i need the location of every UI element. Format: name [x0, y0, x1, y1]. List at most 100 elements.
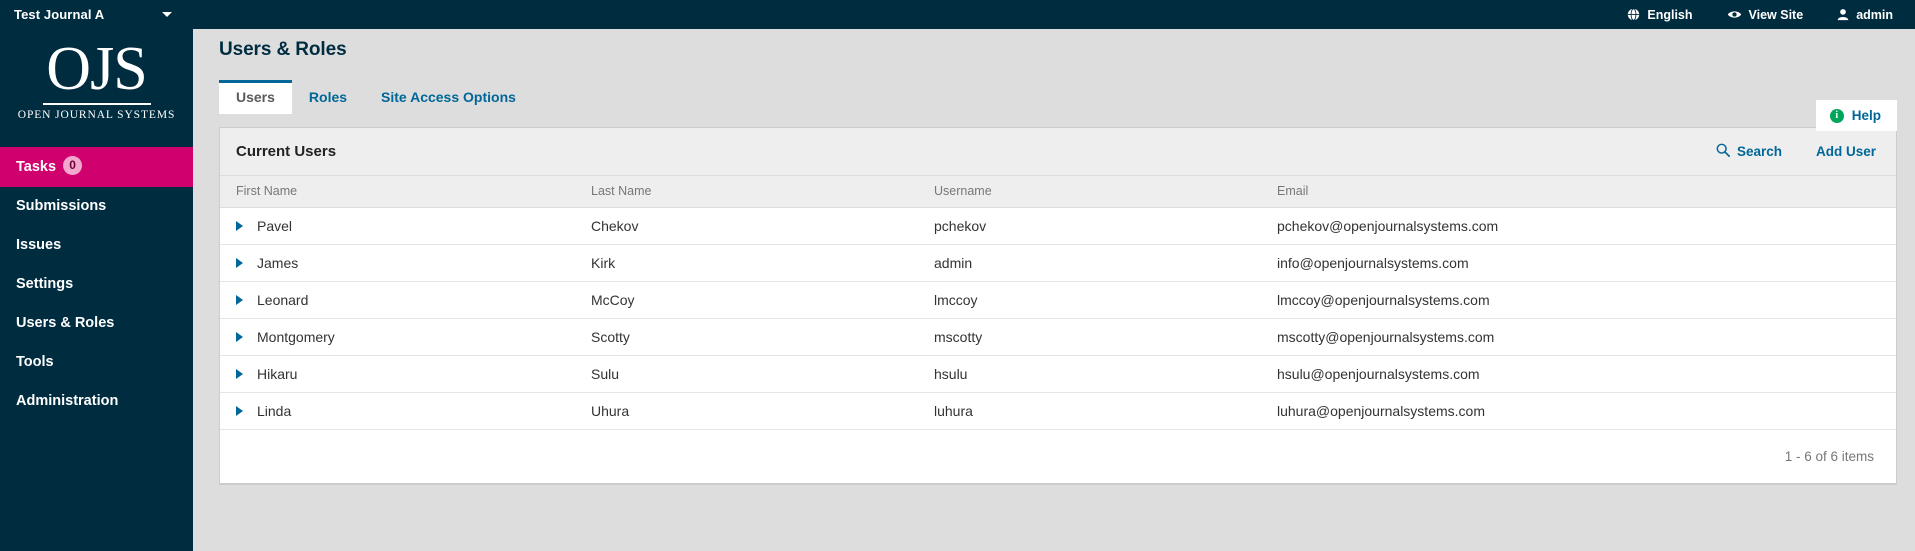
- cell-username: luhura: [918, 392, 1261, 430]
- search-button[interactable]: Search: [1716, 143, 1782, 160]
- tab-roles[interactable]: Roles: [292, 81, 364, 114]
- cell-last-name: McCoy: [575, 281, 918, 319]
- cell-username: admin: [918, 244, 1261, 282]
- view-site-label: View Site: [1748, 7, 1804, 22]
- user-name-label: admin: [1856, 7, 1893, 22]
- search-icon: [1716, 143, 1730, 160]
- cell-username: mscotty: [918, 318, 1261, 356]
- column-header-first-name[interactable]: First Name: [220, 176, 575, 208]
- sidebar-item-label: Submissions: [16, 198, 107, 214]
- first-name-value: Linda: [257, 403, 292, 419]
- cell-first-name: Montgomery: [220, 318, 575, 356]
- users-table: First Name Last Name Username Email Pave…: [220, 176, 1896, 430]
- sidebar-item-label: Tools: [16, 354, 54, 370]
- language-selector[interactable]: English: [1627, 7, 1693, 22]
- table-row[interactable]: Pavel Chekov pchekov pchekov@openjournal…: [220, 207, 1896, 245]
- ojs-logo-rule: [42, 103, 151, 105]
- tab-bar: Users Roles Site Access Options: [219, 80, 1915, 114]
- first-name-value: Montgomery: [257, 329, 335, 345]
- info-icon: i: [1829, 108, 1844, 123]
- cell-last-name: Scotty: [575, 318, 918, 356]
- view-site-link[interactable]: View Site: [1727, 7, 1804, 22]
- cell-email: luhura@openjournalsystems.com: [1261, 392, 1896, 430]
- cell-last-name: Uhura: [575, 392, 918, 430]
- person-icon: [1837, 8, 1849, 21]
- expand-row-icon[interactable]: [236, 369, 243, 379]
- cell-username: hsulu: [918, 355, 1261, 393]
- sidebar-item-label: Issues: [16, 237, 62, 253]
- table-row[interactable]: Montgomery Scotty mscotty mscotty@openjo…: [220, 318, 1896, 356]
- table-row[interactable]: Leonard McCoy lmccoy lmccoy@openjournals…: [220, 281, 1896, 319]
- panel-title: Current Users: [236, 143, 337, 160]
- cell-email: hsulu@openjournalsystems.com: [1261, 355, 1896, 393]
- tasks-count-badge: 0: [63, 156, 83, 175]
- sidebar-item-administration[interactable]: Administration: [0, 382, 193, 421]
- main-content: English View Site admin Users & Roles Us…: [193, 0, 1915, 551]
- sidebar-item-label: Tasks: [16, 159, 57, 175]
- sidebar: Test Journal A OJS OPEN JOURNAL SYSTEMS …: [0, 0, 193, 551]
- first-name-value: Leonard: [257, 292, 309, 308]
- column-header-email[interactable]: Email: [1261, 176, 1896, 208]
- expand-row-icon[interactable]: [236, 332, 243, 342]
- sidebar-item-tasks[interactable]: Tasks 0: [0, 147, 193, 187]
- ojs-logo: OJS OPEN JOURNAL SYSTEMS: [0, 29, 193, 147]
- first-name-value: James: [257, 255, 299, 271]
- tab-users[interactable]: Users: [219, 80, 292, 114]
- tab-site-access-options[interactable]: Site Access Options: [364, 81, 533, 114]
- cell-email: lmccoy@openjournalsystems.com: [1261, 281, 1896, 319]
- search-label: Search: [1736, 144, 1782, 159]
- cell-first-name: Hikaru: [220, 355, 575, 393]
- expand-row-icon[interactable]: [236, 258, 243, 268]
- cell-email: info@openjournalsystems.com: [1261, 244, 1896, 282]
- ojs-logo-subtitle: OPEN JOURNAL SYSTEMS: [17, 109, 176, 121]
- chevron-down-icon: [162, 12, 172, 17]
- cell-last-name: Kirk: [575, 244, 918, 282]
- cell-email: pchekov@openjournalsystems.com: [1261, 207, 1896, 245]
- journal-switcher[interactable]: Test Journal A: [0, 0, 193, 29]
- cell-email: mscotty@openjournalsystems.com: [1261, 318, 1896, 356]
- eye-icon: [1727, 8, 1742, 21]
- help-label: Help: [1851, 108, 1881, 123]
- panel-footer: 1 - 6 of 6 items: [220, 430, 1896, 483]
- column-header-last-name[interactable]: Last Name: [575, 176, 918, 208]
- sidebar-item-label: Settings: [16, 276, 74, 292]
- globe-icon: [1627, 8, 1640, 21]
- cell-first-name: Linda: [220, 392, 575, 430]
- language-label: English: [1647, 7, 1693, 22]
- help-button[interactable]: i Help: [1815, 100, 1897, 131]
- sidebar-item-submissions[interactable]: Submissions: [0, 187, 193, 226]
- sidebar-item-issues[interactable]: Issues: [0, 226, 193, 265]
- column-header-username[interactable]: Username: [918, 176, 1261, 208]
- journal-name: Test Journal A: [14, 7, 105, 22]
- panel-actions: Search Add User: [1716, 143, 1876, 160]
- cell-username: pchekov: [918, 207, 1261, 245]
- ojs-logo-title: OJS: [46, 35, 147, 103]
- users-table-body: Pavel Chekov pchekov pchekov@openjournal…: [220, 207, 1896, 430]
- expand-row-icon[interactable]: [236, 221, 243, 231]
- ojs-admin-page: Test Journal A OJS OPEN JOURNAL SYSTEMS …: [0, 0, 1915, 551]
- sidebar-item-settings[interactable]: Settings: [0, 265, 193, 304]
- sidebar-item-users-and-roles[interactable]: Users & Roles: [0, 304, 193, 343]
- user-menu[interactable]: admin: [1837, 8, 1893, 22]
- add-user-label: Add User: [1815, 144, 1876, 159]
- cell-username: lmccoy: [918, 281, 1261, 319]
- first-name-value: Pavel: [257, 218, 293, 234]
- table-row[interactable]: Hikaru Sulu hsulu hsulu@openjournalsyste…: [220, 355, 1896, 393]
- table-header-row: First Name Last Name Username Email: [220, 176, 1896, 208]
- cell-first-name: Leonard: [220, 281, 575, 319]
- current-users-panel: Current Users Search Add User First Name…: [219, 127, 1897, 485]
- top-bar: English View Site admin: [193, 0, 1915, 29]
- cell-last-name: Sulu: [575, 355, 918, 393]
- add-user-button[interactable]: Add User: [1816, 144, 1876, 159]
- first-name-value: Hikaru: [257, 366, 298, 382]
- cell-last-name: Chekov: [575, 207, 918, 245]
- expand-row-icon[interactable]: [236, 295, 243, 305]
- panel-header: Current Users Search Add User: [220, 128, 1896, 176]
- table-row[interactable]: James Kirk admin info@openjournalsystems…: [220, 244, 1896, 282]
- cell-first-name: Pavel: [220, 207, 575, 245]
- expand-row-icon[interactable]: [236, 406, 243, 416]
- table-row[interactable]: Linda Uhura luhura luhura@openjournalsys…: [220, 392, 1896, 430]
- pagination-status: 1 - 6 of 6 items: [1784, 449, 1874, 464]
- sidebar-item-tools[interactable]: Tools: [0, 343, 193, 382]
- users-table-head: First Name Last Name Username Email: [220, 176, 1896, 208]
